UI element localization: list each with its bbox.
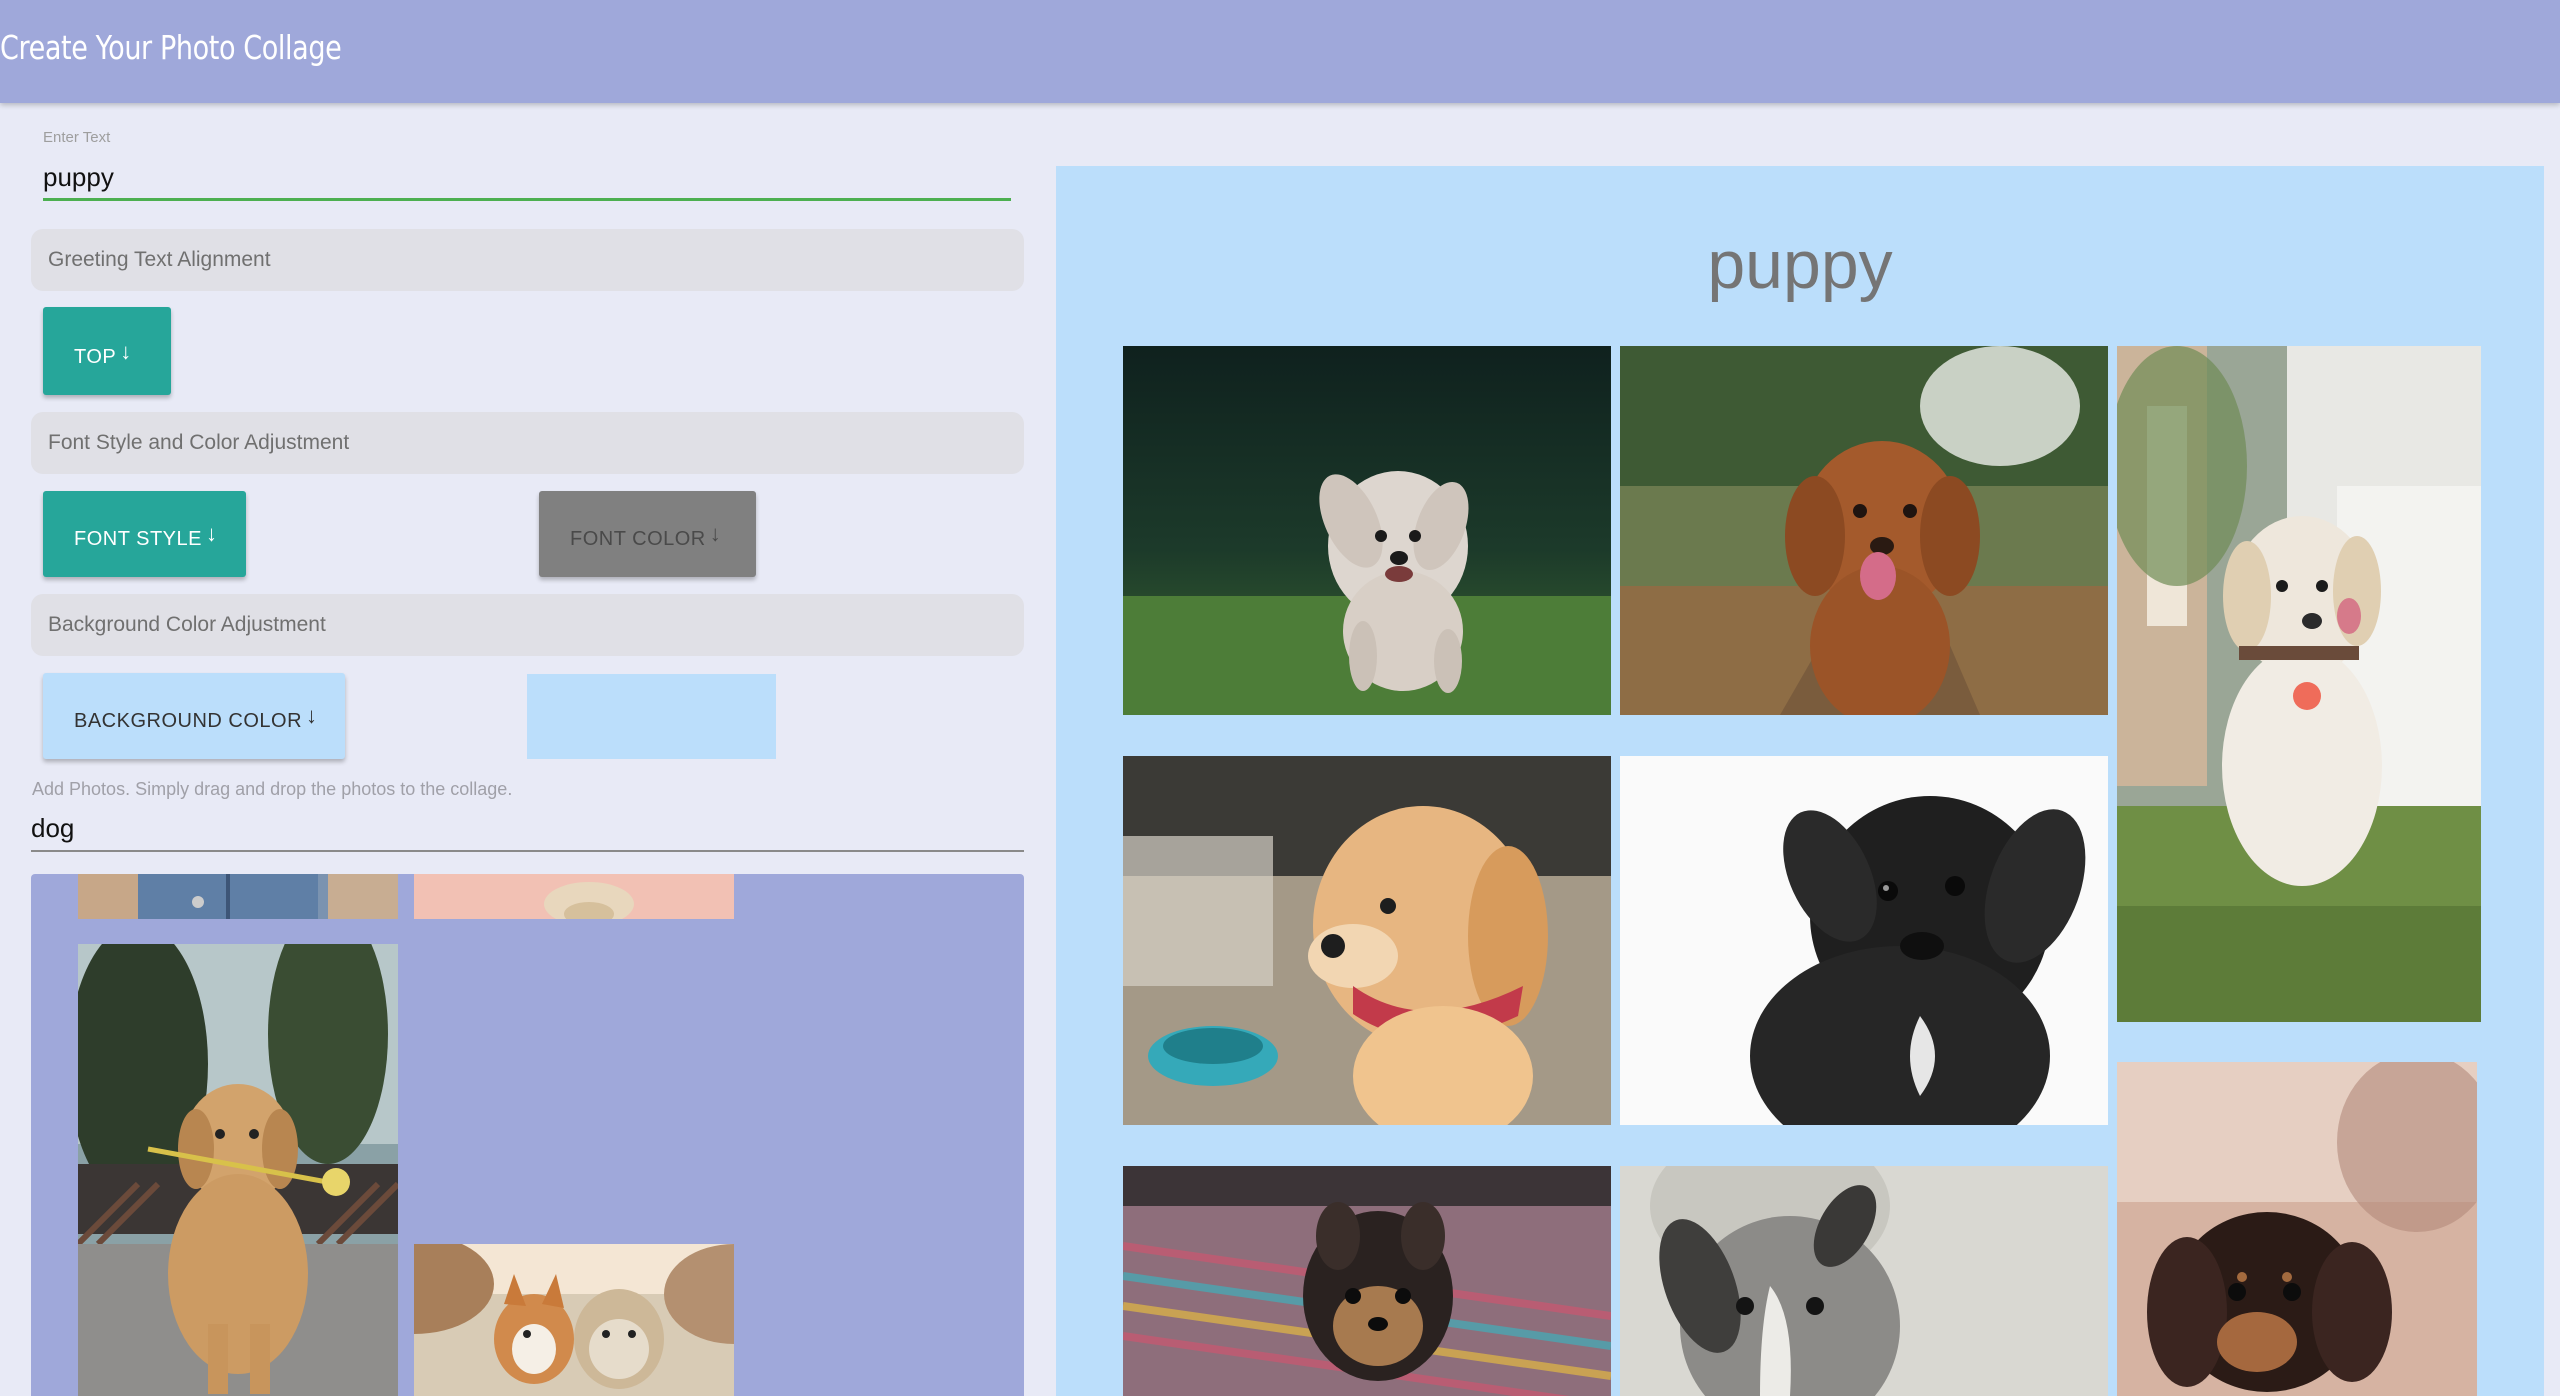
denim-dog-thumbnail[interactable] — [78, 874, 398, 919]
font-section-header[interactable]: Font Style and Color Adjustment — [31, 412, 1024, 474]
alignment-section-label: Greeting Text Alignment — [48, 248, 271, 271]
background-section-label: Background Color Adjustment — [48, 613, 326, 636]
font-style-button[interactable]: FONT STYLE ↓ — [43, 491, 246, 577]
collage-canvas[interactable]: puppy — [1056, 166, 2544, 1396]
arrow-down-icon: ↓ — [120, 339, 132, 364]
alignment-top-label: TOP — [74, 346, 117, 368]
golden-puppy-red-collar[interactable] — [1123, 756, 1611, 1125]
font-style-label: FONT STYLE — [74, 528, 202, 550]
background-color-label: BACKGROUND COLOR — [74, 710, 303, 732]
arrow-down-icon: ↓ — [306, 703, 318, 728]
arrow-down-icon: ↓ — [206, 521, 218, 546]
white-poodle-running[interactable] — [1123, 346, 1611, 715]
background-color-button[interactable]: BACKGROUND COLOR ↓ — [43, 673, 345, 759]
black-puppy[interactable] — [1620, 756, 2108, 1125]
font-section-label: Font Style and Color Adjustment — [48, 431, 350, 454]
enter-text-label: Enter Text — [43, 129, 111, 146]
photo-results-panel[interactable] — [31, 874, 1024, 1396]
background-section-header[interactable]: Background Color Adjustment — [31, 594, 1024, 656]
photo-search-input[interactable] — [31, 806, 1024, 852]
font-color-button[interactable]: FONT COLOR ↓ — [539, 491, 756, 577]
arrow-down-icon: ↓ — [709, 521, 722, 546]
golden-retriever-flower-thumbnail[interactable] — [78, 944, 398, 1396]
greeting-text-input[interactable] — [43, 156, 1011, 201]
alignment-top-button[interactable]: TOP ↓ — [43, 307, 171, 395]
alignment-section-header[interactable]: Greeting Text Alignment — [31, 229, 1024, 291]
add-photos-hint: Add Photos. Simply drag and drop the pho… — [32, 779, 513, 799]
gray-whippet-puppy[interactable] — [1620, 1166, 2108, 1396]
collage-title: puppy — [1707, 227, 1893, 303]
yorkie-puppy-rug[interactable] — [1123, 1166, 1611, 1396]
brown-dog-field[interactable] — [1620, 346, 2108, 715]
app-bar: Create Your Photo Collage — [0, 0, 2560, 103]
corgi-and-terrier-thumbnail[interactable] — [414, 1244, 734, 1396]
background-color-swatch[interactable] — [527, 674, 776, 759]
labrador-puppy-grass[interactable] — [2117, 346, 2481, 1022]
dachshund-puppy[interactable] — [2117, 1062, 2477, 1396]
app-title: Create Your Photo Collage — [0, 28, 342, 67]
pink-dog-thumbnail[interactable] — [414, 874, 734, 919]
font-color-label: FONT COLOR — [570, 528, 706, 550]
